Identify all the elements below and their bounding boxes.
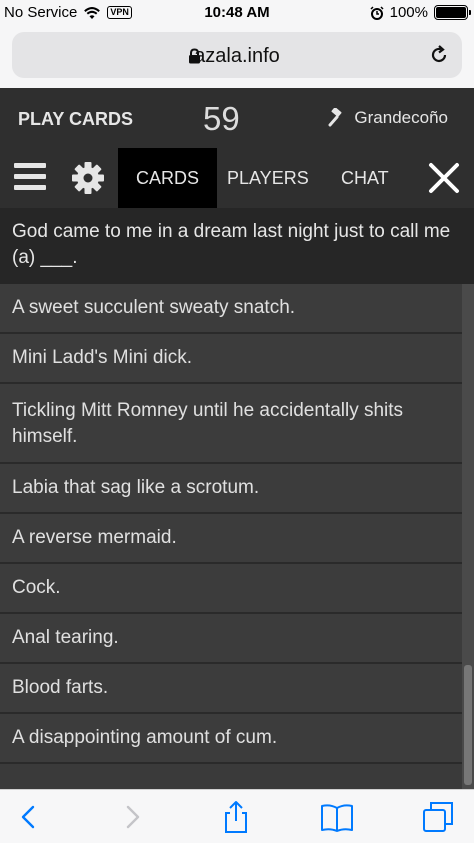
scrollbar-thumb[interactable] bbox=[464, 665, 472, 785]
url-host: azala.info bbox=[194, 45, 280, 67]
page-title: PLAY CARDS bbox=[18, 109, 134, 129]
battery-percent: 100% bbox=[389, 4, 428, 21]
tab-chat[interactable]: CHAT bbox=[341, 148, 389, 208]
alarm-icon bbox=[370, 5, 384, 20]
list-item[interactable]: Anal tearing. bbox=[0, 614, 462, 664]
user-label[interactable]: Grandecoño bbox=[328, 108, 448, 128]
reload-icon[interactable] bbox=[428, 44, 450, 66]
list-item[interactable]: A sweet succulent sweaty snatch. bbox=[0, 284, 462, 334]
list-item[interactable]: Blood farts. bbox=[0, 664, 462, 714]
back-icon[interactable] bbox=[12, 800, 46, 834]
browser-toolbar bbox=[0, 789, 474, 843]
card-list: A sweet succulent sweaty snatch. Mini La… bbox=[0, 284, 462, 764]
app-header: PLAY CARDS 59 Grandecoño bbox=[0, 88, 474, 148]
status-bar: No Service VPN 10:48 AM 100% bbox=[0, 0, 474, 26]
share-icon[interactable] bbox=[219, 800, 253, 834]
score-counter: 59 bbox=[203, 100, 240, 137]
list-item[interactable]: Labia that sag like a scrotum. bbox=[0, 464, 462, 514]
status-right: 100% bbox=[370, 4, 471, 21]
list-item[interactable]: Cock. bbox=[0, 564, 462, 614]
browser-url-area: azala.info bbox=[0, 26, 474, 88]
forward-icon[interactable] bbox=[115, 800, 149, 834]
prompt-card: God came to me in a dream last night jus… bbox=[0, 208, 474, 284]
address-bar[interactable]: azala.info bbox=[12, 32, 462, 78]
username: Grandecoño bbox=[354, 108, 448, 127]
gavel-icon bbox=[328, 108, 342, 127]
list-item[interactable]: Tickling Mitt Romney until he accidental… bbox=[0, 384, 462, 464]
tab-players[interactable]: PLAYERS bbox=[227, 148, 309, 208]
battery-icon bbox=[434, 5, 471, 20]
hamburger-menu-icon[interactable] bbox=[14, 163, 46, 191]
list-item[interactable]: Mini Ladd's Mini dick. bbox=[0, 334, 462, 384]
tab-cards[interactable]: CARDS bbox=[118, 148, 217, 208]
tabs-icon[interactable] bbox=[421, 800, 455, 834]
list-item[interactable]: A reverse mermaid. bbox=[0, 514, 462, 564]
list-item[interactable]: A disappointing amount of cum. bbox=[0, 714, 462, 764]
close-icon[interactable] bbox=[428, 162, 460, 194]
gear-icon[interactable] bbox=[70, 160, 106, 196]
nav-bar: CARDS PLAYERS CHAT bbox=[0, 148, 474, 208]
bookmarks-icon[interactable] bbox=[320, 800, 354, 834]
